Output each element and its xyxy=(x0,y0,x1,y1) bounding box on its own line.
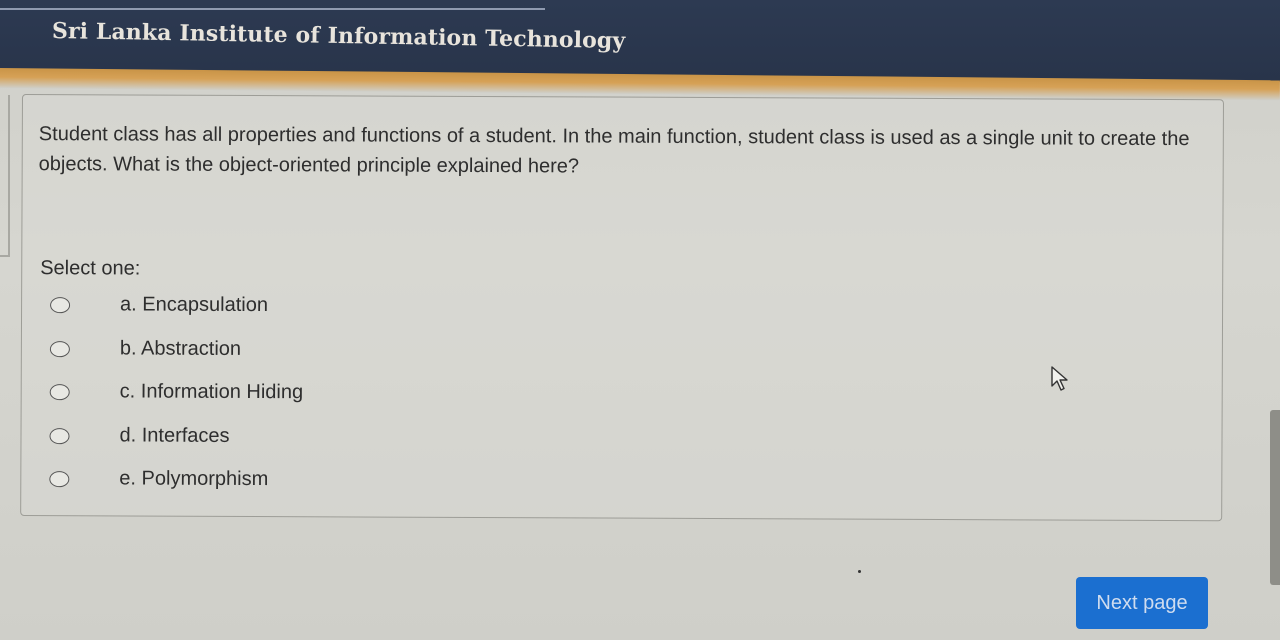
radio-unchecked-icon[interactable] xyxy=(49,471,70,488)
right-panel-edge xyxy=(1270,410,1280,585)
question-text: Student class has all properties and fun… xyxy=(38,123,1190,178)
quiz-page: Sri Lanka Institute of Information Techn… xyxy=(0,0,1280,640)
radio-unchecked-icon[interactable] xyxy=(49,340,70,357)
option-c[interactable]: c. Information Hiding xyxy=(49,380,304,425)
radio-unchecked-icon[interactable] xyxy=(49,384,70,401)
question-card: Student class has all properties and fun… xyxy=(20,94,1224,522)
option-label[interactable]: e. Polymorphism xyxy=(119,467,268,491)
option-a[interactable]: a. Encapsulation xyxy=(50,293,304,338)
option-label[interactable]: b. Abstraction xyxy=(120,337,241,361)
mouse-pointer-icon xyxy=(1051,366,1068,391)
screen-speck xyxy=(858,570,861,573)
select-one-label: Select one: xyxy=(40,257,141,280)
answer-options: a. Encapsulation b. Abstraction c. Infor… xyxy=(49,293,303,512)
site-title: Sri Lanka Institute of Information Techn… xyxy=(51,18,626,55)
option-label[interactable]: d. Interfaces xyxy=(119,424,229,447)
header-divider xyxy=(0,8,545,10)
option-label[interactable]: c. Information Hiding xyxy=(120,380,304,404)
left-panel-edge xyxy=(0,95,10,257)
next-page-button[interactable]: Next page xyxy=(1076,577,1208,629)
option-e[interactable]: e. Polymorphism xyxy=(49,467,303,512)
option-b[interactable]: b. Abstraction xyxy=(49,337,304,382)
option-d[interactable]: d. Interfaces xyxy=(49,424,303,469)
radio-unchecked-icon[interactable] xyxy=(49,427,70,444)
option-label[interactable]: a. Encapsulation xyxy=(120,293,268,317)
radio-unchecked-icon[interactable] xyxy=(50,297,71,314)
